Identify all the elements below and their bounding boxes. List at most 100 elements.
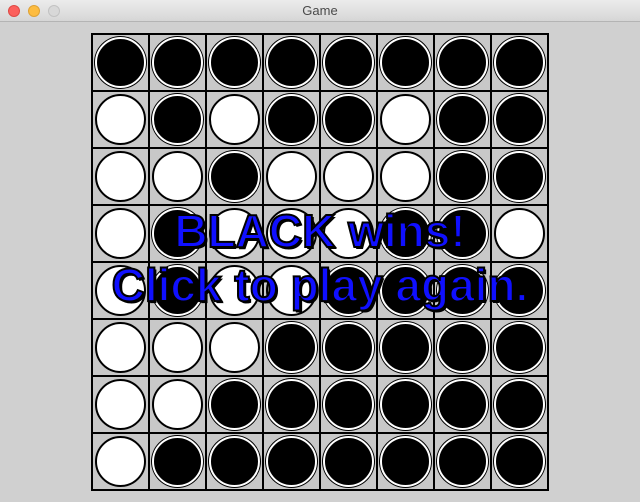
board-cell-r5-c2[interactable] [150, 263, 205, 318]
board-cell-r6-c7[interactable] [435, 320, 490, 375]
board-cell-r8-c6[interactable] [378, 434, 433, 489]
black-piece [437, 208, 488, 259]
board-cell-r2-c4[interactable] [264, 92, 319, 147]
board-cell-r4-c2[interactable] [150, 206, 205, 261]
board-cell-r3-c8[interactable] [492, 149, 547, 204]
board-cell-r8-c2[interactable] [150, 434, 205, 489]
board-cell-r6-c8[interactable] [492, 320, 547, 375]
board-cell-r1-c1[interactable] [93, 35, 148, 90]
black-piece [380, 208, 431, 259]
board-cell-r7-c4[interactable] [264, 377, 319, 432]
white-piece [95, 436, 146, 487]
board-cell-r1-c8[interactable] [492, 35, 547, 90]
board-cell-r4-c6[interactable] [378, 206, 433, 261]
board-cell-r6-c6[interactable] [378, 320, 433, 375]
board-cell-r7-c3[interactable] [207, 377, 262, 432]
board-cell-r1-c2[interactable] [150, 35, 205, 90]
white-piece [266, 208, 317, 259]
board-cell-r6-c4[interactable] [264, 320, 319, 375]
white-piece [323, 208, 374, 259]
white-piece [95, 379, 146, 430]
board-cell-r8-c4[interactable] [264, 434, 319, 489]
board-cell-r4-c4[interactable] [264, 206, 319, 261]
board-cell-r8-c1[interactable] [93, 434, 148, 489]
board-cell-r3-c3[interactable] [207, 149, 262, 204]
board-cell-r2-c1[interactable] [93, 92, 148, 147]
board-cell-r2-c8[interactable] [492, 92, 547, 147]
board-cell-r5-c3[interactable] [207, 263, 262, 318]
white-piece [152, 379, 203, 430]
black-piece [266, 436, 317, 487]
board-cell-r6-c2[interactable] [150, 320, 205, 375]
board-cell-r7-c7[interactable] [435, 377, 490, 432]
black-piece [323, 94, 374, 145]
board-cell-r4-c1[interactable] [93, 206, 148, 261]
board-cell-r5-c8[interactable] [492, 263, 547, 318]
board-cell-r8-c8[interactable] [492, 434, 547, 489]
board-cell-r2-c7[interactable] [435, 92, 490, 147]
board-cell-r2-c3[interactable] [207, 92, 262, 147]
board-cell-r4-c7[interactable] [435, 206, 490, 261]
board-cell-r5-c7[interactable] [435, 263, 490, 318]
black-piece [152, 265, 203, 316]
board-cell-r2-c2[interactable] [150, 92, 205, 147]
board-cell-r6-c3[interactable] [207, 320, 262, 375]
black-piece [209, 151, 260, 202]
black-piece [152, 208, 203, 259]
white-piece [323, 151, 374, 202]
white-piece [209, 265, 260, 316]
board-cell-r3-c5[interactable] [321, 149, 376, 204]
board-cell-r8-c3[interactable] [207, 434, 262, 489]
white-piece [95, 94, 146, 145]
board-cell-r3-c1[interactable] [93, 149, 148, 204]
board-cell-r6-c1[interactable] [93, 320, 148, 375]
board-cell-r5-c4[interactable] [264, 263, 319, 318]
board-cell-r4-c5[interactable] [321, 206, 376, 261]
black-piece [266, 94, 317, 145]
board-cell-r5-c6[interactable] [378, 263, 433, 318]
board-cell-r8-c7[interactable] [435, 434, 490, 489]
black-piece [323, 379, 374, 430]
board-cell-r3-c4[interactable] [264, 149, 319, 204]
white-piece [494, 208, 545, 259]
board-cell-r3-c7[interactable] [435, 149, 490, 204]
black-piece [437, 37, 488, 88]
white-piece [152, 322, 203, 373]
board-cell-r1-c7[interactable] [435, 35, 490, 90]
board-cell-r1-c5[interactable] [321, 35, 376, 90]
board-cell-r6-c5[interactable] [321, 320, 376, 375]
board-cell-r4-c8[interactable] [492, 206, 547, 261]
game-board[interactable] [91, 33, 549, 491]
black-piece [380, 322, 431, 373]
black-piece [152, 436, 203, 487]
board-cell-r1-c6[interactable] [378, 35, 433, 90]
board-cell-r4-c3[interactable] [207, 206, 262, 261]
black-piece [266, 322, 317, 373]
white-piece [266, 151, 317, 202]
board-cell-r7-c6[interactable] [378, 377, 433, 432]
board-cell-r5-c5[interactable] [321, 263, 376, 318]
board-cell-r7-c8[interactable] [492, 377, 547, 432]
board-cell-r7-c1[interactable] [93, 377, 148, 432]
black-piece [152, 94, 203, 145]
black-piece [437, 379, 488, 430]
board-cell-r3-c6[interactable] [378, 149, 433, 204]
black-piece [494, 151, 545, 202]
board-cell-r2-c5[interactable] [321, 92, 376, 147]
black-piece [437, 265, 488, 316]
board-cell-r2-c6[interactable] [378, 92, 433, 147]
board-cell-r7-c2[interactable] [150, 377, 205, 432]
black-piece [437, 151, 488, 202]
board-cell-r3-c2[interactable] [150, 149, 205, 204]
board-cell-r7-c5[interactable] [321, 377, 376, 432]
white-piece [380, 151, 431, 202]
board-cell-r1-c3[interactable] [207, 35, 262, 90]
black-piece [209, 436, 260, 487]
board-cell-r1-c4[interactable] [264, 35, 319, 90]
black-piece [437, 94, 488, 145]
board-cell-r5-c1[interactable] [93, 263, 148, 318]
white-piece [95, 322, 146, 373]
black-piece [380, 379, 431, 430]
black-piece [95, 37, 146, 88]
board-cell-r8-c5[interactable] [321, 434, 376, 489]
